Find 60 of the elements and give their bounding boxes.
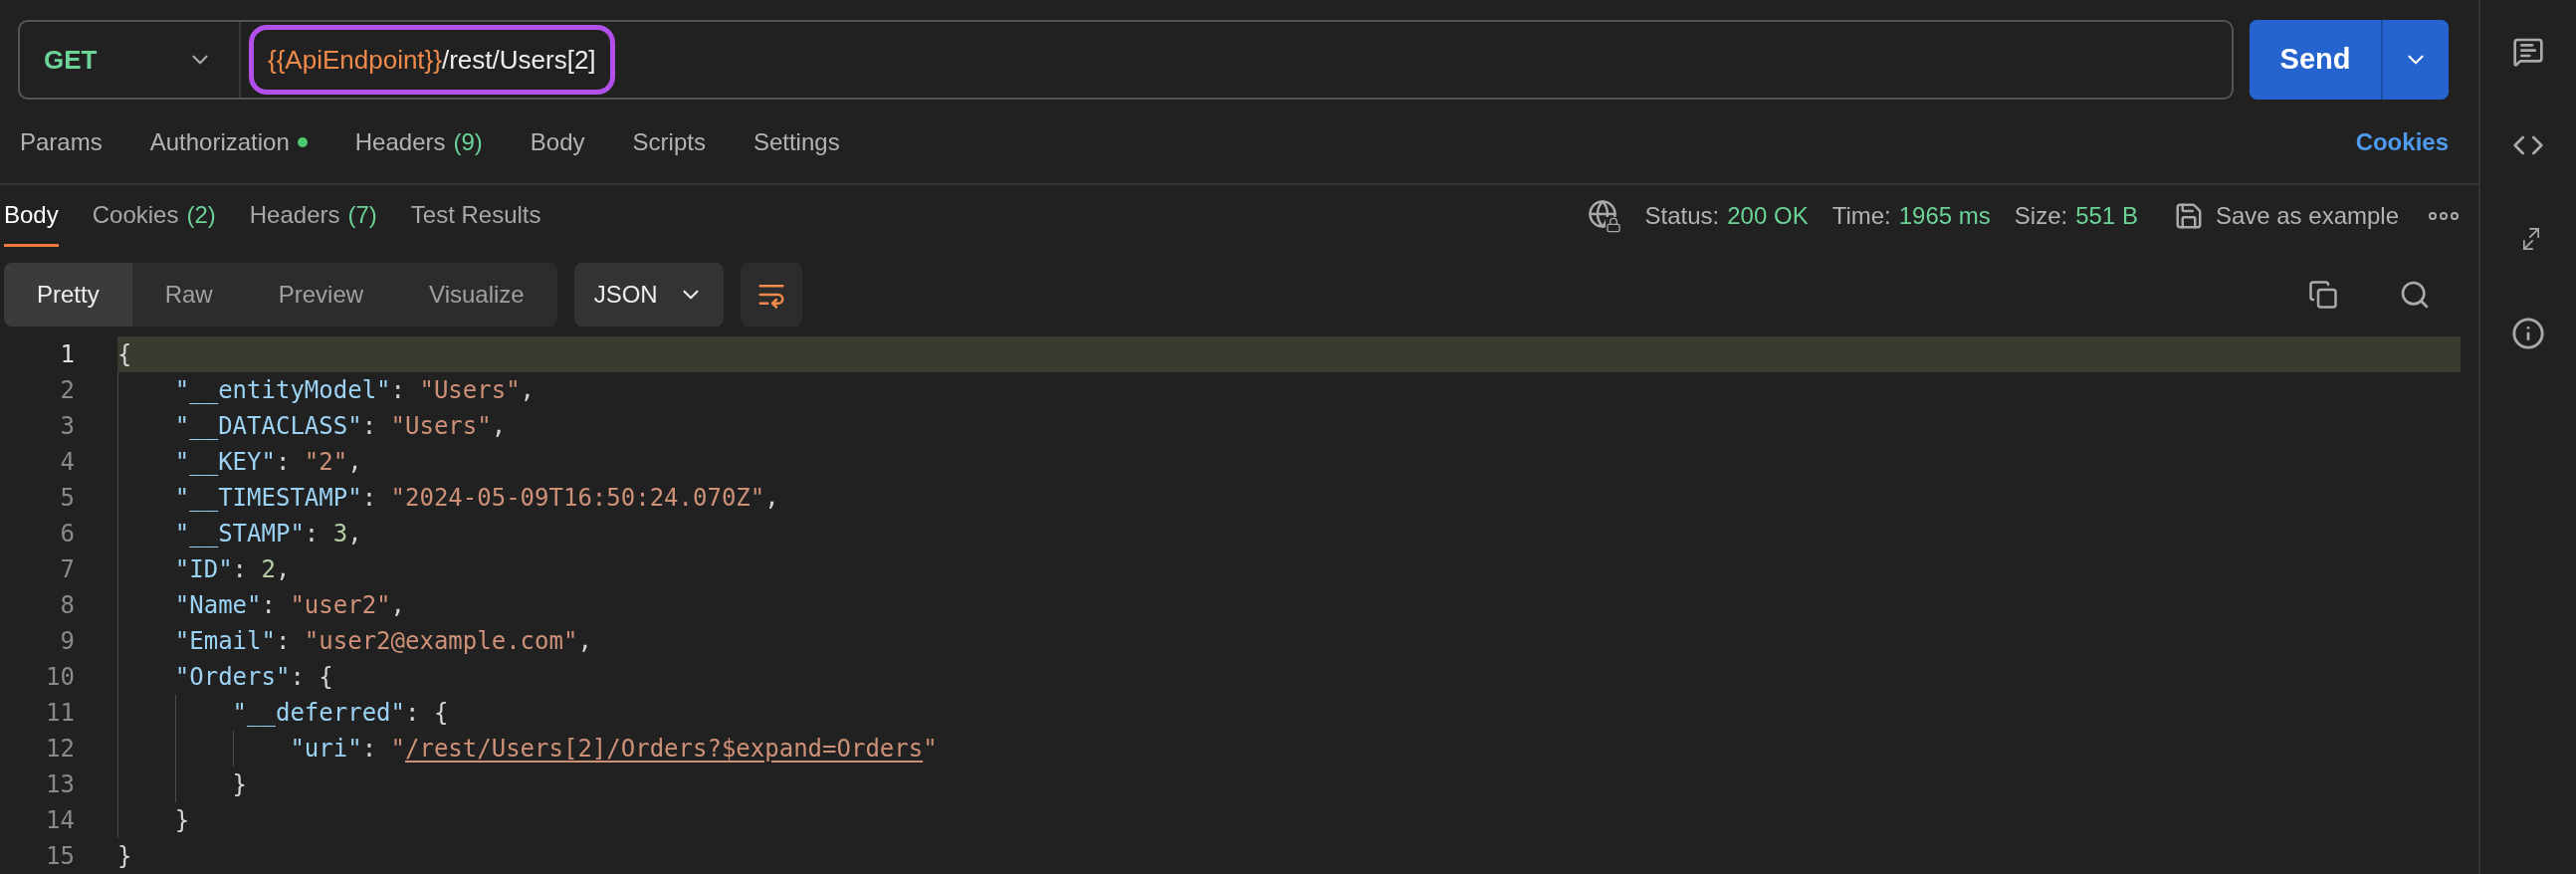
code-line: "__STAMP": 3, (117, 516, 2461, 551)
request-tab[interactable]: Scripts (632, 124, 706, 161)
code-line: "__DATACLASS": "Users", (117, 408, 2461, 444)
code-line: "__TIMESTAMP": "2024-05-09T16:50:24.070Z", (117, 480, 2461, 516)
code-line: } (117, 802, 2461, 838)
code-line: "ID": 2, (117, 551, 2461, 587)
code-line: "__entityModel": "Users", (117, 372, 2461, 408)
response-tab[interactable]: Test Results (410, 185, 541, 247)
line-number: 10 (45, 662, 75, 693)
request-tab[interactable]: Params (20, 124, 103, 161)
code-line: "Name": "user2", (117, 587, 2461, 623)
code-line: "Email": "user2@example.com", (117, 623, 2461, 659)
response-tab[interactable]: Cookies (2) (92, 185, 216, 247)
request-tab[interactable]: Body (530, 124, 585, 161)
method-dropdown[interactable]: GET (20, 22, 241, 98)
line-number: 5 (59, 483, 75, 514)
view-mode-tab[interactable]: Visualize (396, 263, 557, 327)
request-tab[interactable]: Headers (9) (354, 124, 483, 161)
code-line: "Orders": { (117, 659, 2461, 695)
response-tab[interactable]: Headers (7) (249, 185, 377, 247)
code-line: "uri": "/rest/Users[2]/Orders?$expand=Orders" (117, 731, 2461, 766)
view-mode-tab[interactable]: Preview (245, 263, 397, 327)
wrap-lines-button[interactable] (740, 263, 802, 327)
line-number: 14 (45, 805, 75, 836)
code-line: "__KEY": "2", (117, 444, 2461, 480)
cookies-link[interactable]: Cookies (2355, 124, 2449, 161)
line-number: 4 (59, 447, 75, 478)
code-line: } (117, 841, 133, 872)
search-icon[interactable] (2399, 279, 2431, 311)
line-number: 7 (59, 554, 75, 585)
more-options-icon[interactable] (2429, 212, 2459, 221)
line-number: 13 (45, 769, 75, 800)
info-icon[interactable] (2511, 317, 2545, 350)
line-number: 9 (59, 626, 75, 657)
save-example-button[interactable]: Save as example (2173, 198, 2399, 235)
line-number: 11 (45, 698, 75, 729)
response-metric: Time: 1965 ms (1831, 201, 1991, 232)
line-number: 15 (45, 841, 75, 872)
code-link[interactable]: /rest/Users[2]/Orders?$expand=Orders (405, 731, 924, 766)
send-button[interactable]: Send (2250, 20, 2383, 100)
response-tab[interactable]: Body (4, 185, 59, 247)
code-line: "__deferred": { (117, 695, 2461, 731)
view-mode-tab[interactable]: Pretty (4, 263, 132, 327)
copy-icon[interactable] (2308, 280, 2338, 310)
response-metric: Status: 200 OK (1644, 201, 1809, 232)
response-metric: Size: 551 B (2014, 201, 2138, 232)
format-dropdown[interactable]: JSON (573, 263, 724, 327)
comment-icon[interactable] (2512, 36, 2544, 68)
code-line: } (117, 766, 2461, 802)
line-number: 2 (59, 375, 75, 406)
url-field[interactable]: {{ApiEndpoint}}/rest/Users[2] (249, 25, 615, 95)
line-number: 1 (59, 339, 75, 370)
line-number: 3 (59, 411, 75, 442)
request-tab[interactable]: Authorization (149, 124, 308, 161)
network-globe-lock-icon[interactable] (1587, 199, 1621, 234)
view-mode-tab[interactable]: Raw (131, 263, 246, 327)
line-number: 8 (59, 590, 75, 621)
line-number: 6 (59, 519, 75, 549)
line-number: 12 (45, 734, 75, 765)
request-tab[interactable]: Settings (752, 124, 840, 161)
